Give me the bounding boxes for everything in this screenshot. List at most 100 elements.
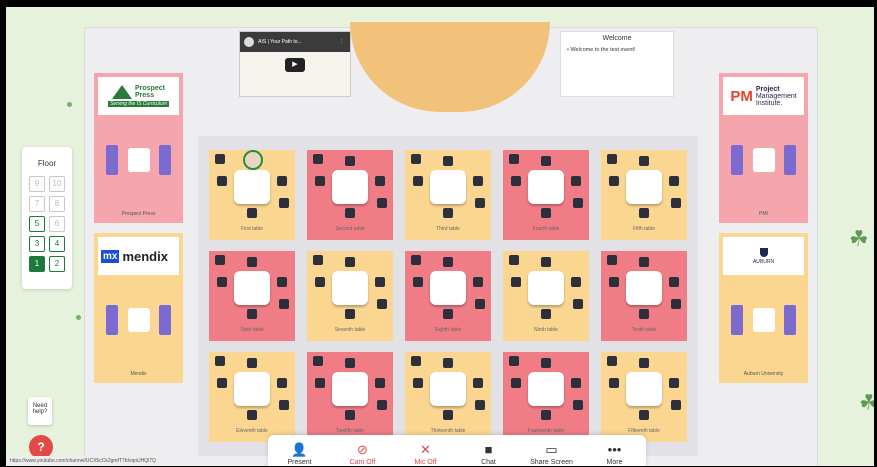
video-widget[interactable]: AIS | Your Path to... ⋮ ▶ xyxy=(239,31,351,97)
chair[interactable] xyxy=(345,309,355,319)
chair[interactable] xyxy=(279,400,289,410)
chair[interactable] xyxy=(377,299,387,309)
chair[interactable] xyxy=(571,378,581,388)
chair[interactable] xyxy=(315,277,325,287)
chair[interactable] xyxy=(247,358,257,368)
chair[interactable] xyxy=(413,277,423,287)
chair[interactable] xyxy=(573,299,583,309)
chair[interactable] xyxy=(443,358,453,368)
chair[interactable] xyxy=(541,257,551,267)
chair[interactable] xyxy=(509,154,519,164)
chair[interactable] xyxy=(443,410,453,420)
table-tile[interactable]: Fourth table xyxy=(503,150,589,240)
chair[interactable] xyxy=(247,208,257,218)
chair[interactable] xyxy=(541,358,551,368)
chair[interactable] xyxy=(639,208,649,218)
booth-pmi[interactable]: PM Project Management Institute. PMI xyxy=(719,73,808,223)
booth-auburn[interactable]: AUBURN Auburn University xyxy=(719,233,808,383)
chair[interactable] xyxy=(277,277,287,287)
chair[interactable] xyxy=(669,277,679,287)
table-tile[interactable]: Tenth table xyxy=(601,251,687,341)
more-button[interactable]: ••• More xyxy=(587,443,643,467)
floor-button[interactable]: 10 xyxy=(49,176,65,192)
table-tile[interactable]: Thirteenth table xyxy=(405,352,491,442)
chair[interactable] xyxy=(247,257,257,267)
present-button[interactable]: 👤 Present xyxy=(272,443,328,467)
chair[interactable] xyxy=(345,156,355,166)
chair[interactable] xyxy=(375,277,385,287)
chair[interactable] xyxy=(375,378,385,388)
floor-button[interactable]: 3 xyxy=(29,236,45,252)
chat-button[interactable]: ■ Chat xyxy=(461,443,517,467)
chair[interactable] xyxy=(669,378,679,388)
mic-off-button[interactable]: ✕ Mic Off xyxy=(398,443,454,467)
floor-button[interactable]: 1 xyxy=(29,256,45,272)
chair[interactable] xyxy=(475,400,485,410)
chair[interactable] xyxy=(345,410,355,420)
chair[interactable] xyxy=(375,176,385,186)
chair[interactable] xyxy=(639,257,649,267)
chair[interactable] xyxy=(511,176,521,186)
chair[interactable] xyxy=(541,309,551,319)
chair[interactable] xyxy=(639,156,649,166)
avatar[interactable] xyxy=(243,150,263,170)
chair[interactable] xyxy=(215,255,225,265)
booth-prospect-press[interactable]: Prospect Press Serving the IS Curriculum… xyxy=(94,73,183,223)
chair[interactable] xyxy=(411,255,421,265)
chair[interactable] xyxy=(377,400,387,410)
chair[interactable] xyxy=(247,410,257,420)
chair[interactable] xyxy=(377,198,387,208)
table-tile[interactable]: Fourteenth table xyxy=(503,352,589,442)
table-tile[interactable]: Fifteenth table xyxy=(601,352,687,442)
chair[interactable] xyxy=(571,176,581,186)
floor-button[interactable]: 7 xyxy=(29,196,45,212)
chair[interactable] xyxy=(609,378,619,388)
chair[interactable] xyxy=(671,400,681,410)
chair[interactable] xyxy=(475,299,485,309)
chair[interactable] xyxy=(443,309,453,319)
table-tile[interactable]: Fifth table xyxy=(601,150,687,240)
chair[interactable] xyxy=(217,378,227,388)
chair[interactable] xyxy=(511,378,521,388)
table-tile[interactable]: Seventh table xyxy=(307,251,393,341)
chair[interactable] xyxy=(541,410,551,420)
chair[interactable] xyxy=(671,299,681,309)
chair[interactable] xyxy=(443,257,453,267)
floor-button[interactable]: 8 xyxy=(49,196,65,212)
chair[interactable] xyxy=(313,356,323,366)
table-tile[interactable]: Eighth table xyxy=(405,251,491,341)
chair[interactable] xyxy=(215,154,225,164)
chair[interactable] xyxy=(511,277,521,287)
chair[interactable] xyxy=(639,358,649,368)
chair[interactable] xyxy=(277,378,287,388)
chair[interactable] xyxy=(345,358,355,368)
chair[interactable] xyxy=(411,154,421,164)
chair[interactable] xyxy=(639,410,649,420)
chair[interactable] xyxy=(669,176,679,186)
chair[interactable] xyxy=(277,176,287,186)
chair[interactable] xyxy=(215,356,225,366)
chair[interactable] xyxy=(413,176,423,186)
chair[interactable] xyxy=(671,198,681,208)
chair[interactable] xyxy=(607,255,617,265)
table-tile[interactable]: Third table xyxy=(405,150,491,240)
chair[interactable] xyxy=(609,277,619,287)
floor-button[interactable]: 6 xyxy=(49,216,65,232)
chair[interactable] xyxy=(573,198,583,208)
chair[interactable] xyxy=(475,198,485,208)
chair[interactable] xyxy=(279,299,289,309)
chair[interactable] xyxy=(639,309,649,319)
table-tile[interactable]: Ninth table xyxy=(503,251,589,341)
chair[interactable] xyxy=(541,208,551,218)
more-vert-icon[interactable]: ⋮ xyxy=(339,32,344,52)
play-button[interactable]: ▶ xyxy=(285,58,305,72)
table-tile[interactable]: Second table xyxy=(307,150,393,240)
booth-mendix[interactable]: mx mendix Mendix xyxy=(94,233,183,383)
chair[interactable] xyxy=(541,156,551,166)
floor-button[interactable]: 4 xyxy=(49,236,65,252)
chair[interactable] xyxy=(217,176,227,186)
chair[interactable] xyxy=(313,255,323,265)
floor-button[interactable]: 9 xyxy=(29,176,45,192)
floor-button[interactable]: 2 xyxy=(49,256,65,272)
chair[interactable] xyxy=(315,176,325,186)
